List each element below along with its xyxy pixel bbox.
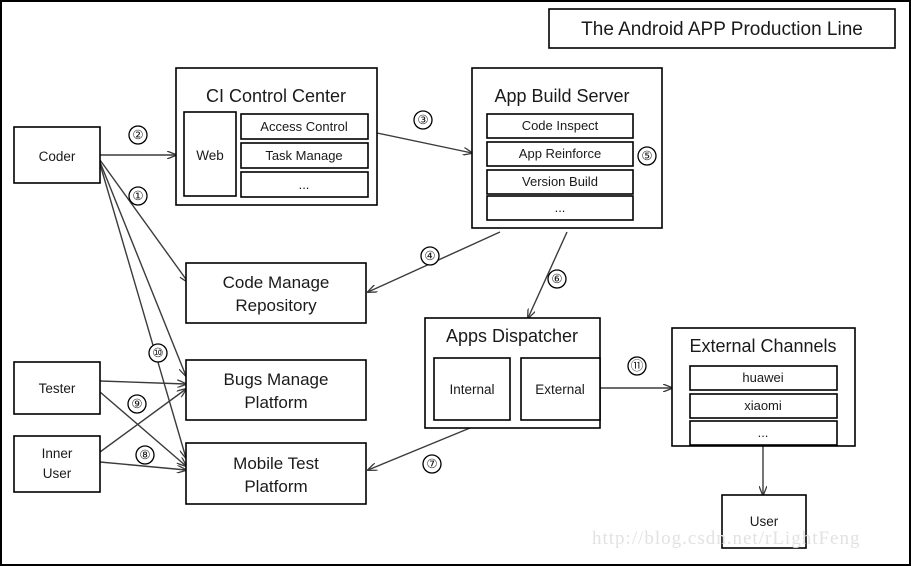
bugs-label-line1: Bugs Manage xyxy=(224,370,329,389)
flow-tester-to-bugs xyxy=(99,381,186,384)
ci-item-1-label: Task Manage xyxy=(265,148,342,163)
watermark-text: http://blog.csdn.net/rLightFeng xyxy=(592,528,860,549)
abs-item-1-label: App Reinforce xyxy=(519,146,601,161)
channel-item-2-label: ... xyxy=(758,425,769,440)
flow-label-6-text: ⑥ xyxy=(551,272,562,286)
mobile-label-line2: Platform xyxy=(244,477,307,496)
flow-label-8: ⑧ xyxy=(135,445,155,465)
flow-label-1: ① xyxy=(128,186,148,206)
repository-label-line1: Code Manage xyxy=(223,273,330,292)
flow-label-1-text: ① xyxy=(132,189,143,203)
tester-label: Tester xyxy=(39,381,76,396)
flow-label-7-text: ⑦ xyxy=(426,457,437,471)
flow-label-4-text: ④ xyxy=(424,249,435,263)
abs-item-0-label: Code Inspect xyxy=(522,118,599,133)
flow-dispatcher-to-mobile xyxy=(368,427,471,470)
ci-item-2-label: ... xyxy=(299,177,310,192)
flow-label-6: ⑥ xyxy=(547,269,567,289)
flow-label-10: ⑩ xyxy=(148,343,168,363)
channel-item-0-label: huawei xyxy=(742,370,783,385)
bugs-label-line2: Platform xyxy=(244,393,307,412)
flow-label-3: ③ xyxy=(413,110,433,130)
inner-user-box[interactable] xyxy=(13,435,101,493)
diagram-canvas: The Android APP Production Line Coder Te… xyxy=(0,0,911,566)
flow-label-5: ⑤ xyxy=(637,146,657,166)
apps-dispatcher-title: Apps Dispatcher xyxy=(446,326,578,346)
repository-label-line2: Repository xyxy=(235,296,317,315)
external-channels-title: External Channels xyxy=(689,336,836,356)
inner-user-label-line2: User xyxy=(43,466,72,481)
flow-coder-to-mobile xyxy=(99,163,186,458)
flow-label-4: ④ xyxy=(420,246,440,266)
flow-label-8-text: ⑧ xyxy=(139,448,150,462)
flow-label-2: ② xyxy=(128,125,148,145)
mobile-label-line1: Mobile Test xyxy=(233,454,319,473)
flow-label-7: ⑦ xyxy=(422,454,442,474)
flow-label-2-text: ② xyxy=(132,128,143,142)
flow-label-10-text: ⑩ xyxy=(152,346,163,360)
user-label: User xyxy=(750,514,779,529)
flow-ci-to-build-server xyxy=(376,132,472,153)
flow-label-9: ⑨ xyxy=(127,394,147,414)
flow-label-9-text: ⑨ xyxy=(131,397,142,411)
flow-coder-to-repository xyxy=(99,159,188,282)
inner-user-label-line1: Inner xyxy=(42,446,73,461)
abs-item-2-label: Version Build xyxy=(522,174,598,189)
production-line-diagram: The Android APP Production Line Coder Te… xyxy=(0,0,911,566)
ci-item-0-label: Access Control xyxy=(260,119,348,134)
flow-label-11: ⑪ xyxy=(627,356,647,376)
page-title: The Android APP Production Line xyxy=(581,19,863,40)
dispatcher-external-label: External xyxy=(535,382,585,397)
channel-item-1-label: xiaomi xyxy=(744,398,782,413)
ci-web-label: Web xyxy=(196,148,224,163)
canvas-border xyxy=(0,0,911,566)
flow-label-5-text: ⑤ xyxy=(641,149,652,163)
abs-item-3-label: ... xyxy=(555,200,566,215)
app-build-server-title: App Build Server xyxy=(494,86,629,106)
flow-label-3-text: ③ xyxy=(417,113,428,127)
ci-control-center-title: CI Control Center xyxy=(206,86,346,106)
coder-label: Coder xyxy=(39,149,76,164)
dispatcher-internal-label: Internal xyxy=(449,382,494,397)
flow-label-11-text: ⑪ xyxy=(631,359,644,373)
